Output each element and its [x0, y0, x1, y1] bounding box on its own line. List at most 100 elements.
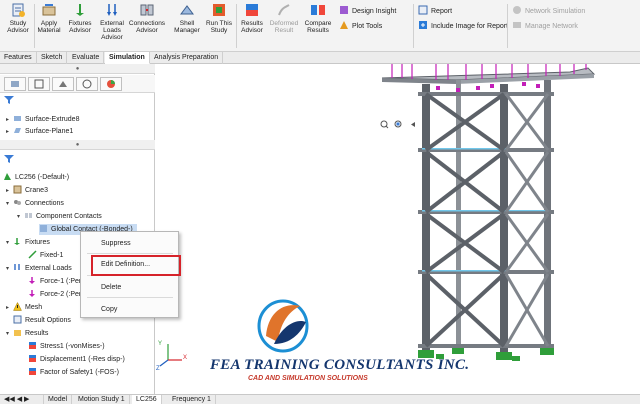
company-logo-graphic — [257, 299, 309, 353]
connections-icon — [140, 4, 154, 16]
tab-scroll-arrows[interactable]: ◀◀ ◀ ▶ ▶▶ — [0, 395, 44, 404]
menu-item-delete[interactable]: Delete — [101, 283, 121, 293]
manage-network-button[interactable]: Manage Network — [512, 20, 578, 33]
company-logo-title: FEA TRAINING CONSULTANTS INC. — [210, 357, 470, 373]
deformed-result-icon — [278, 4, 290, 16]
tab-model[interactable]: Model — [44, 395, 73, 404]
tree-item-connections[interactable]: ▾ Connections — [6, 198, 64, 209]
configuration-manager-tab[interactable] — [52, 77, 74, 91]
run-this-study-button[interactable]: Run This Study — [204, 2, 234, 50]
tree-item-surface-plane1[interactable]: ▸ Surface-Plane1 — [6, 126, 73, 137]
manage-network-icon — [513, 22, 521, 28]
report-icon — [418, 5, 428, 15]
menu-separator — [87, 253, 173, 254]
shell-icon — [180, 5, 194, 15]
tree-item-fixed-1[interactable]: Fixed-1 — [28, 250, 63, 261]
tree-item-results[interactable]: ▾ Results — [6, 328, 48, 339]
fixed-geometry-icon — [28, 250, 37, 259]
property-manager-icon — [34, 79, 44, 89]
feature-tree-tab[interactable] — [4, 77, 26, 91]
part-icon — [13, 185, 22, 194]
tree-item-mesh[interactable]: ▸ Mesh — [6, 302, 42, 313]
tree-item-crane[interactable]: ▸ Crane3 — [6, 185, 48, 196]
collapse-arrow-icon[interactable]: ▾ — [6, 238, 13, 249]
plot-tools-button[interactable]: Plot Tools — [339, 20, 382, 33]
tab-sketch[interactable]: Sketch — [37, 52, 68, 64]
plot-tools-icon — [340, 21, 348, 29]
expand-arrow-icon[interactable]: ▸ — [6, 115, 13, 126]
ribbon-separator — [413, 4, 414, 48]
axis-x-label: X — [183, 355, 188, 361]
fixtures-advisor-button[interactable]: Fixtures Advisor — [64, 2, 96, 50]
tree-item-displacement1[interactable]: Displacement1 (-Res disp-) — [28, 354, 125, 365]
tree-item-stress1[interactable]: Stress1 (-vonMises-) — [28, 341, 105, 352]
axis-y-label: Y — [158, 341, 163, 347]
result-options-icon — [13, 315, 22, 324]
tree-item-external-loads[interactable]: ▾ External Loads — [6, 263, 72, 274]
collapse-arrow-icon[interactable]: ▾ — [6, 199, 13, 210]
connections-advisor-button[interactable]: Connections Advisor — [128, 2, 166, 50]
dimxpert-icon — [82, 79, 92, 89]
axis-z-label: Z — [156, 366, 160, 372]
apply-material-button[interactable]: Apply Material — [35, 2, 63, 50]
tab-evaluate[interactable]: Evaluate — [68, 52, 105, 64]
expand-arrow-icon[interactable]: ▸ — [6, 127, 13, 138]
shell-manager-button[interactable]: Shell Manager — [170, 2, 204, 50]
menu-item-suppress[interactable]: Suppress — [101, 239, 131, 249]
tab-motion-study-1[interactable]: Motion Study 1 — [74, 395, 130, 404]
tree-item-result-options[interactable]: Result Options — [13, 315, 71, 326]
menu-item-copy[interactable]: Copy — [101, 305, 117, 315]
tree-item-factor-of-safety1[interactable]: Factor of Safety1 (-FOS-) — [28, 367, 119, 378]
tab-simulation[interactable]: Simulation — [105, 52, 150, 64]
command-manager-ribbon: Study Advisor Apply Material Fixtures Ad… — [0, 0, 640, 52]
compare-results-button[interactable]: Compare Results — [302, 2, 334, 50]
include-image-for-report-button[interactable]: Include Image for Report — [418, 20, 508, 33]
expand-arrow-icon[interactable]: ▸ — [6, 303, 13, 314]
panel-split-handle[interactable]: ● — [0, 140, 155, 150]
feature-manager-panel: ● ▸ Surface-Extrude8 ▸ Surface-Plane1 ● LC… — [0, 64, 155, 394]
diagonal-braces — [424, 92, 506, 348]
report-button[interactable]: Report — [418, 5, 452, 18]
study-icon — [4, 173, 11, 180]
tab-features[interactable]: Features — [0, 52, 37, 64]
tree-item-fixtures[interactable]: ▾ Fixtures — [6, 237, 50, 248]
deformed-result-button[interactable]: Deformed Result — [267, 2, 301, 50]
company-logo-subtitle: CAD AND SIMULATION SOLUTIONS — [248, 375, 368, 382]
tree-item-study[interactable]: LC256 (-Default-) — [3, 172, 69, 183]
external-loads-icon — [14, 264, 20, 270]
feature-tree-icon — [11, 81, 19, 87]
study-advisor-button[interactable]: Study Advisor — [4, 2, 32, 50]
filter-icon[interactable] — [3, 95, 17, 105]
bottom-tab-bar: ◀◀ ◀ ▶ ▶▶ Model Motion Study 1 LC256 Fre… — [0, 394, 640, 404]
tab-frequency-1[interactable]: Frequency 1 — [168, 395, 216, 404]
fos-plot-icon — [29, 368, 36, 375]
tree-item-force-2[interactable]: Force-2 (:Per — [28, 289, 81, 300]
display-manager-icon — [107, 80, 115, 88]
expand-arrow-icon[interactable]: ▸ — [6, 186, 13, 197]
tree-item-surface-extrude8[interactable]: ▸ Surface-Extrude8 — [6, 114, 79, 125]
panel-collapse-handle[interactable]: ● — [0, 64, 155, 74]
collapse-arrow-icon[interactable]: ▾ — [6, 329, 13, 340]
results-advisor-button[interactable]: Results Advisor — [237, 2, 267, 50]
graphics-viewport[interactable] — [156, 64, 640, 394]
tab-lc256[interactable]: LC256 — [132, 395, 162, 404]
display-manager-tab[interactable] — [100, 77, 122, 91]
load-arrow-icon — [107, 4, 117, 16]
menu-separator — [87, 297, 173, 298]
fixture-icon — [76, 4, 84, 16]
simulation-filter-icon[interactable] — [3, 154, 17, 164]
design-insight-button[interactable]: Design Insight — [339, 5, 396, 18]
dimxpert-tab[interactable] — [76, 77, 98, 91]
results-icon — [246, 4, 258, 16]
network-simulation-icon — [513, 6, 521, 14]
column — [500, 84, 508, 356]
network-simulation-button[interactable]: Network Simulation — [512, 5, 585, 18]
external-loads-advisor-button[interactable]: External Loads Advisor — [97, 2, 127, 50]
collapse-arrow-icon[interactable]: ▾ — [17, 212, 24, 223]
property-manager-tab[interactable] — [28, 77, 50, 91]
collapse-arrow-icon[interactable]: ▾ — [6, 264, 13, 275]
tree-item-force-1[interactable]: Force-1 (:Per — [28, 276, 81, 287]
surface-extrude-icon — [14, 116, 21, 121]
tree-item-component-contacts[interactable]: ▾ Component Contacts — [17, 211, 102, 222]
tab-analysis-preparation[interactable]: Analysis Preparation — [150, 52, 224, 64]
